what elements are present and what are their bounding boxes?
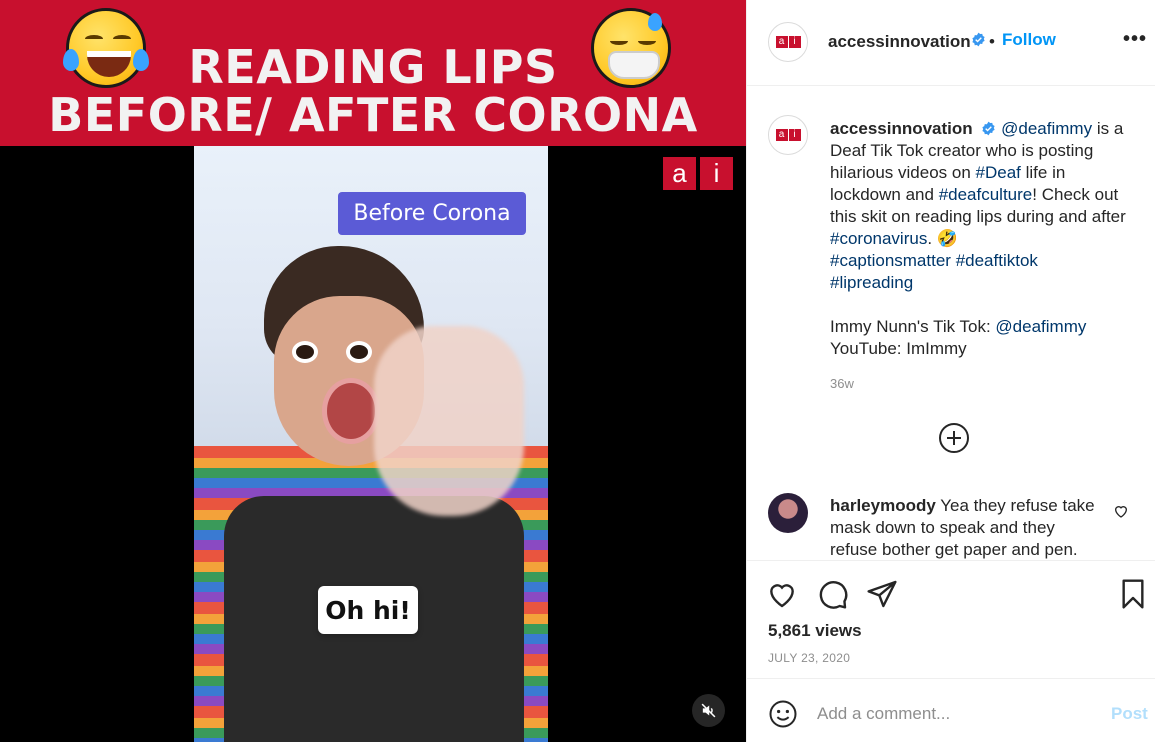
video-banner: READING LIPS BEFORE/ AFTER CORONA xyxy=(0,0,746,146)
masked-emoji-icon xyxy=(591,8,671,88)
commenter-username[interactable]: harleymoody xyxy=(830,496,936,515)
author-username[interactable]: accessinnovation xyxy=(828,32,971,52)
share-paper-plane-icon[interactable] xyxy=(866,578,898,610)
post-caption: accessinnovation @deafimmy is a Deaf Tik… xyxy=(830,119,1126,358)
like-heart-icon[interactable] xyxy=(766,578,798,610)
hashtag-link[interactable]: #Deaf xyxy=(976,163,1021,182)
post-media[interactable]: READING LIPS BEFORE/ AFTER CORONA Before… xyxy=(0,0,746,742)
comment-bubble-icon[interactable] xyxy=(817,578,849,610)
speaker-muted-icon xyxy=(701,703,716,718)
hashtag-link[interactable]: #coronavirus xyxy=(830,229,927,248)
verified-badge-icon xyxy=(967,32,986,50)
post-date[interactable]: JULY 23, 2020 xyxy=(768,651,850,665)
post-comment-button[interactable]: Post xyxy=(1111,704,1148,724)
hashtag-link[interactable]: #deaftiktok xyxy=(956,251,1038,270)
comment-input[interactable] xyxy=(817,701,1087,727)
author-avatar[interactable]: a i xyxy=(768,22,808,62)
caption-verified-badge-icon xyxy=(982,121,996,136)
comment-item: harleymoody Yea they refuse take mask do… xyxy=(830,495,1100,560)
before-corona-label: Before Corona xyxy=(338,192,526,235)
hashtag-link[interactable]: #deafculture xyxy=(939,185,1033,204)
save-bookmark-icon[interactable] xyxy=(1117,578,1149,610)
mention-link[interactable]: @deafimmy xyxy=(1001,119,1092,138)
header-separator: • xyxy=(989,32,995,51)
emoji-smiley-icon[interactable] xyxy=(768,699,798,729)
video-subtitle: Oh hi! xyxy=(318,586,418,634)
load-more-comments-button[interactable] xyxy=(939,423,969,453)
more-options-icon[interactable]: ••• xyxy=(1123,28,1147,51)
caption-age[interactable]: 36w xyxy=(830,376,854,391)
plus-circle-icon xyxy=(947,431,961,445)
mute-button[interactable] xyxy=(692,694,725,727)
post-side-panel: a i accessinnovation • Follow ••• a i ac… xyxy=(746,0,1155,742)
comment-heart-icon[interactable] xyxy=(1113,503,1129,519)
caption-username[interactable]: accessinnovation xyxy=(830,119,973,138)
hashtag-link[interactable]: #lipreading xyxy=(830,273,913,292)
banner-title-line2: BEFORE/ AFTER CORONA xyxy=(48,88,698,142)
youtube-line: YouTube: ImImmy xyxy=(830,339,967,358)
post-actions: 5,861 views JULY 23, 2020 xyxy=(747,560,1155,678)
mention-link[interactable]: @deafimmy xyxy=(995,317,1086,336)
caption-author-avatar[interactable]: a i xyxy=(768,115,808,155)
views-count[interactable]: 5,861 views xyxy=(768,621,862,641)
comments-section[interactable]: a i accessinnovation @deafimmy is a Deaf… xyxy=(747,87,1155,560)
add-comment-bar: Post xyxy=(747,678,1155,742)
ai-watermark-logo: a i xyxy=(663,157,733,190)
commenter-avatar[interactable] xyxy=(768,493,808,533)
video-frame[interactable] xyxy=(194,146,548,742)
hashtag-link[interactable]: #captionsmatter xyxy=(830,251,951,270)
post-header: a i accessinnovation • Follow ••• xyxy=(747,0,1155,86)
follow-button[interactable]: Follow xyxy=(1002,30,1056,50)
